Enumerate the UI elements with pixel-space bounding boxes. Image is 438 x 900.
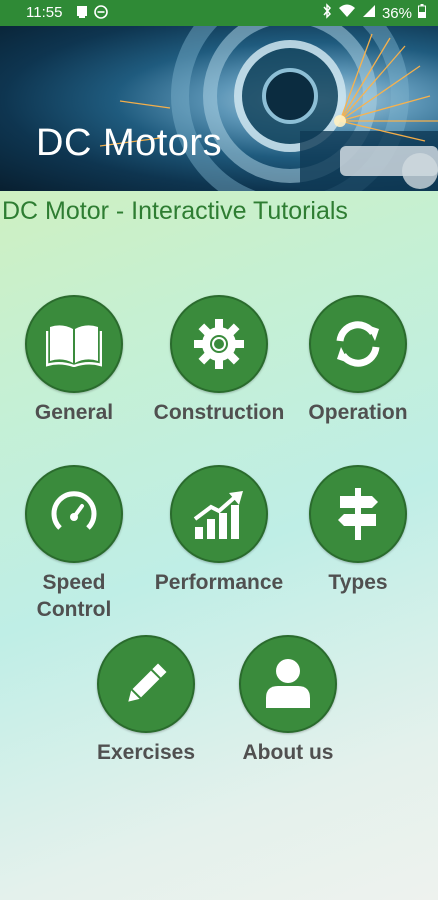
notification-icon <box>76 5 88 23</box>
header-banner-image: DC Motors <box>0 26 438 191</box>
menu-item-operation[interactable]: Operation <box>288 295 428 426</box>
status-time: 11:55 <box>26 4 63 21</box>
construction-label: Construction <box>153 401 285 424</box>
about-us-button[interactable] <box>239 635 337 733</box>
general-button[interactable] <box>25 295 123 393</box>
operation-button[interactable] <box>309 295 407 393</box>
operation-label: Operation <box>308 401 408 424</box>
exercises-label: Exercises <box>96 741 196 764</box>
menu-item-exercises[interactable]: Exercises <box>76 635 216 766</box>
do-not-disturb-icon <box>94 5 108 23</box>
performance-label: Performance <box>154 571 284 594</box>
construction-button[interactable] <box>170 295 268 393</box>
menu-item-speed-control[interactable]: Speed Control <box>4 465 144 623</box>
refresh-icon <box>336 321 380 367</box>
types-button[interactable] <box>309 465 407 563</box>
speed-control-button[interactable] <box>25 465 123 563</box>
banner-title: DC Motors <box>36 122 223 164</box>
motor-machinery-illustration <box>99 26 438 191</box>
page-subtitle: DC Motor - Interactive Tutorials <box>2 197 348 225</box>
status-bar: 11:55 36% <box>0 0 438 26</box>
menu-item-general[interactable]: General <box>4 295 144 426</box>
book-icon <box>46 325 102 367</box>
speedometer-icon <box>51 491 97 530</box>
pencil-icon <box>128 663 167 702</box>
performance-button[interactable] <box>170 465 268 563</box>
menu-item-types[interactable]: Types <box>288 465 428 596</box>
signal-icon <box>362 4 376 22</box>
menu-item-performance[interactable]: Performance <box>149 465 289 596</box>
about-us-label: About us <box>242 741 334 764</box>
menu-item-construction[interactable]: Construction <box>149 295 289 426</box>
signpost-icon <box>338 488 378 540</box>
exercises-button[interactable] <box>97 635 195 733</box>
speed-control-label: Speed Control <box>36 571 112 621</box>
wifi-icon <box>338 4 356 22</box>
user-icon <box>266 659 310 708</box>
types-label: Types <box>328 571 388 594</box>
growth-chart-icon <box>193 491 243 539</box>
general-label: General <box>34 401 114 424</box>
battery-icon <box>418 4 426 22</box>
bluetooth-icon <box>322 3 332 23</box>
gear-icon <box>194 319 244 369</box>
battery-percent: 36% <box>381 4 412 22</box>
menu-item-about-us[interactable]: About us <box>218 635 358 766</box>
